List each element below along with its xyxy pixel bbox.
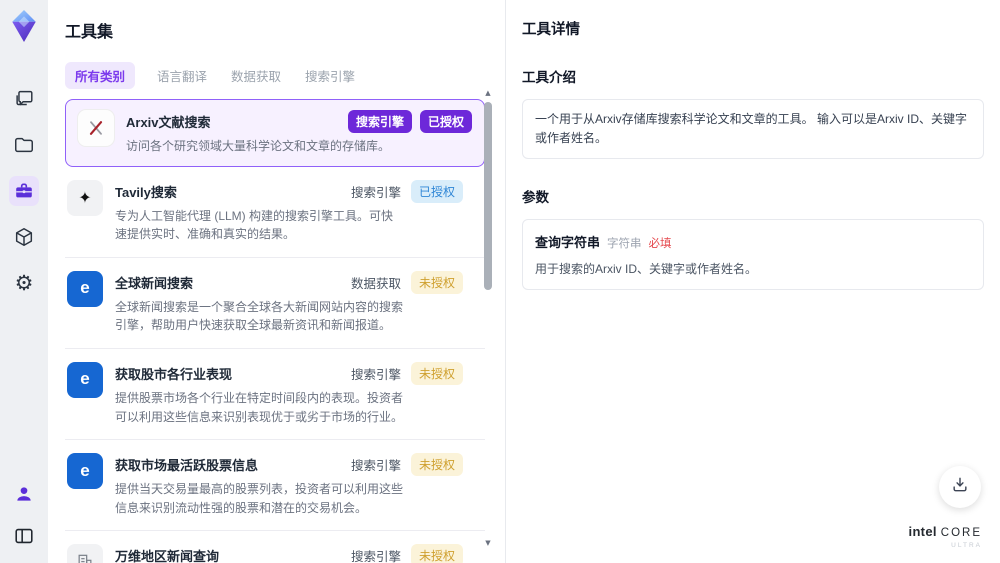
- status-badge: 未授权: [410, 544, 463, 563]
- intro-box: 一个用于从Arxiv存储库搜索科学论文和文章的工具。 输入可以是Arxiv ID…: [522, 99, 984, 160]
- sidebar-item-account[interactable]: [9, 479, 39, 509]
- sidebar-item-settings[interactable]: ⚙: [9, 268, 39, 298]
- news-icon: e: [67, 361, 103, 398]
- scroll-down-arrow-icon[interactable]: ▼: [483, 538, 493, 548]
- param-description: 用于搜索的Arxiv ID、关键字或作者姓名。: [535, 262, 758, 277]
- user-icon: [14, 484, 34, 504]
- tool-description: 提供股票市场各个行业在特定时间段内的表现。投资者可以利用这些信息来识别表现优于或…: [115, 390, 404, 424]
- tool-name: 获取市场最活跃股票信息: [115, 458, 259, 474]
- tool-detail-panel: 工具详情 工具介绍 一个用于从Arxiv存储库搜索科学论文和文章的工具。 输入可…: [505, 0, 1000, 563]
- tab-search-engine[interactable]: 搜索引擎: [303, 62, 357, 89]
- category-tabs: 所有类别 语言翻译 数据获取 搜索引擎: [65, 62, 504, 89]
- tool-category: 搜索引擎: [350, 459, 401, 474]
- page-title: 工具集: [65, 24, 114, 41]
- tool-card-global-news[interactable]: e 全球新闻搜索 数据获取 未授权 全球新闻搜索是一个聚合全球各大新闻网站内容的…: [65, 258, 485, 349]
- scrollbar-thumb[interactable]: [484, 102, 492, 290]
- tab-data-fetch[interactable]: 数据获取: [229, 62, 283, 89]
- panel-toggle-icon: [13, 525, 35, 547]
- tool-description: 专为人工智能代理 (LLM) 构建的搜索引擎工具。可快速提供实时、准确和真实的结…: [115, 208, 394, 242]
- param-required-badge: 必填: [648, 238, 672, 251]
- status-badge: 已授权: [419, 110, 472, 133]
- params-heading: 参数: [522, 190, 549, 206]
- sidebar-item-chat[interactable]: [9, 84, 39, 114]
- scroll-up-arrow-icon[interactable]: ▲: [483, 88, 493, 98]
- toolbox-icon: [13, 180, 35, 202]
- tool-card-arxiv[interactable]: Arxiv文献搜索 搜索引擎 已授权 访问各个研究领域大量科学论文和文章的存储库…: [65, 99, 485, 167]
- tool-description: 全球新闻搜索是一个聚合全球各大新闻网站内容的搜索引擎，帮助用户快速获取全球最新资…: [115, 299, 404, 333]
- tool-card-most-active-stocks[interactable]: e 获取市场最活跃股票信息 搜索引擎 未授权 提供当天交易量最高的股票列表，投资…: [65, 440, 485, 532]
- tool-name: 万维地区新闻查询: [115, 549, 220, 563]
- cube-icon: [13, 226, 35, 248]
- sidebar-item-files[interactable]: [9, 130, 39, 160]
- sidebar-item-toolbox[interactable]: [9, 176, 39, 206]
- arxiv-icon: [78, 110, 114, 146]
- tool-name: 获取股市各行业表现: [115, 366, 233, 382]
- intro-heading: 工具介绍: [522, 70, 576, 85]
- tool-category: 搜索引擎: [350, 550, 401, 563]
- chat-icon: [13, 88, 35, 110]
- news-icon: e: [67, 270, 103, 307]
- tool-name: Arxiv文献搜索: [126, 115, 211, 130]
- app-logo-icon: [9, 8, 39, 44]
- tab-language-translation[interactable]: 语言翻译: [155, 62, 209, 89]
- core-wordmark: CORE: [940, 527, 982, 540]
- status-badge: 未授权: [410, 453, 463, 477]
- intel-core-logo: intel CORE ULTRA: [909, 525, 982, 549]
- tool-description: 访问各个研究领域大量科学论文和文章的存储库。: [126, 139, 391, 153]
- building-icon: [67, 544, 103, 563]
- status-badge: 未授权: [410, 361, 463, 385]
- tool-category: 搜索引擎: [350, 185, 401, 200]
- brand-sub-label: ULTRA: [951, 541, 982, 549]
- tool-category: 数据获取: [350, 276, 401, 291]
- sidebar-item-collapse[interactable]: [9, 521, 39, 551]
- sidebar: ⚙: [0, 0, 48, 563]
- list-scrollbar: ▲ ▼: [483, 88, 493, 548]
- status-badge: 未授权: [410, 270, 463, 294]
- tool-list-panel: 工具集 所有类别 语言翻译 数据获取 搜索引擎 Arxiv文献搜索 搜索引擎 已…: [48, 0, 504, 563]
- settings-icon: ⚙: [14, 270, 34, 295]
- tool-card-tavily[interactable]: ✦ Tavily搜索 搜索引擎 已授权 专为人工智能代理 (LLM) 构建的搜索…: [65, 167, 485, 258]
- detail-title: 工具详情: [522, 22, 580, 38]
- param-name: 查询字符串: [535, 235, 601, 251]
- category-badge: 搜索引擎: [347, 110, 412, 133]
- param-type: 字符串: [607, 238, 642, 251]
- tool-description: 提供当天交易量最高的股票列表，投资者可以利用这些信息来识别流动性强的股票和潜在的…: [115, 482, 404, 515]
- tool-category: 搜索引擎: [350, 367, 401, 382]
- tool-card-sector-performance[interactable]: e 获取股市各行业表现 搜索引擎 未授权 提供股票市场各个行业在特定时间段内的表…: [65, 349, 485, 441]
- sidebar-bottom: [9, 479, 39, 551]
- download-button[interactable]: [939, 466, 981, 508]
- tool-card-regional-news[interactable]: 万维地区新闻查询 搜索引擎 未授权 查询具体行政区划内的新闻，快速了解各地新闻动…: [65, 531, 485, 563]
- folder-icon: [13, 134, 35, 156]
- tab-all-categories[interactable]: 所有类别: [65, 62, 136, 89]
- tool-list: Arxiv文献搜索 搜索引擎 已授权 访问各个研究领域大量科学论文和文章的存储库…: [65, 99, 485, 563]
- download-icon: [950, 475, 970, 500]
- sidebar-nav: ⚙: [9, 84, 39, 298]
- tool-name: Tavily搜索: [115, 184, 177, 200]
- tool-name: 全球新闻搜索: [115, 275, 194, 291]
- status-badge: 已授权: [410, 179, 463, 203]
- news-icon: e: [67, 453, 103, 490]
- param-box: 查询字符串 字符串 必填 用于搜索的Arxiv ID、关键字或作者姓名。: [522, 219, 984, 291]
- sparkle-icon: ✦: [67, 179, 103, 216]
- intel-wordmark: intel: [908, 524, 937, 540]
- sidebar-item-packages[interactable]: [9, 222, 39, 252]
